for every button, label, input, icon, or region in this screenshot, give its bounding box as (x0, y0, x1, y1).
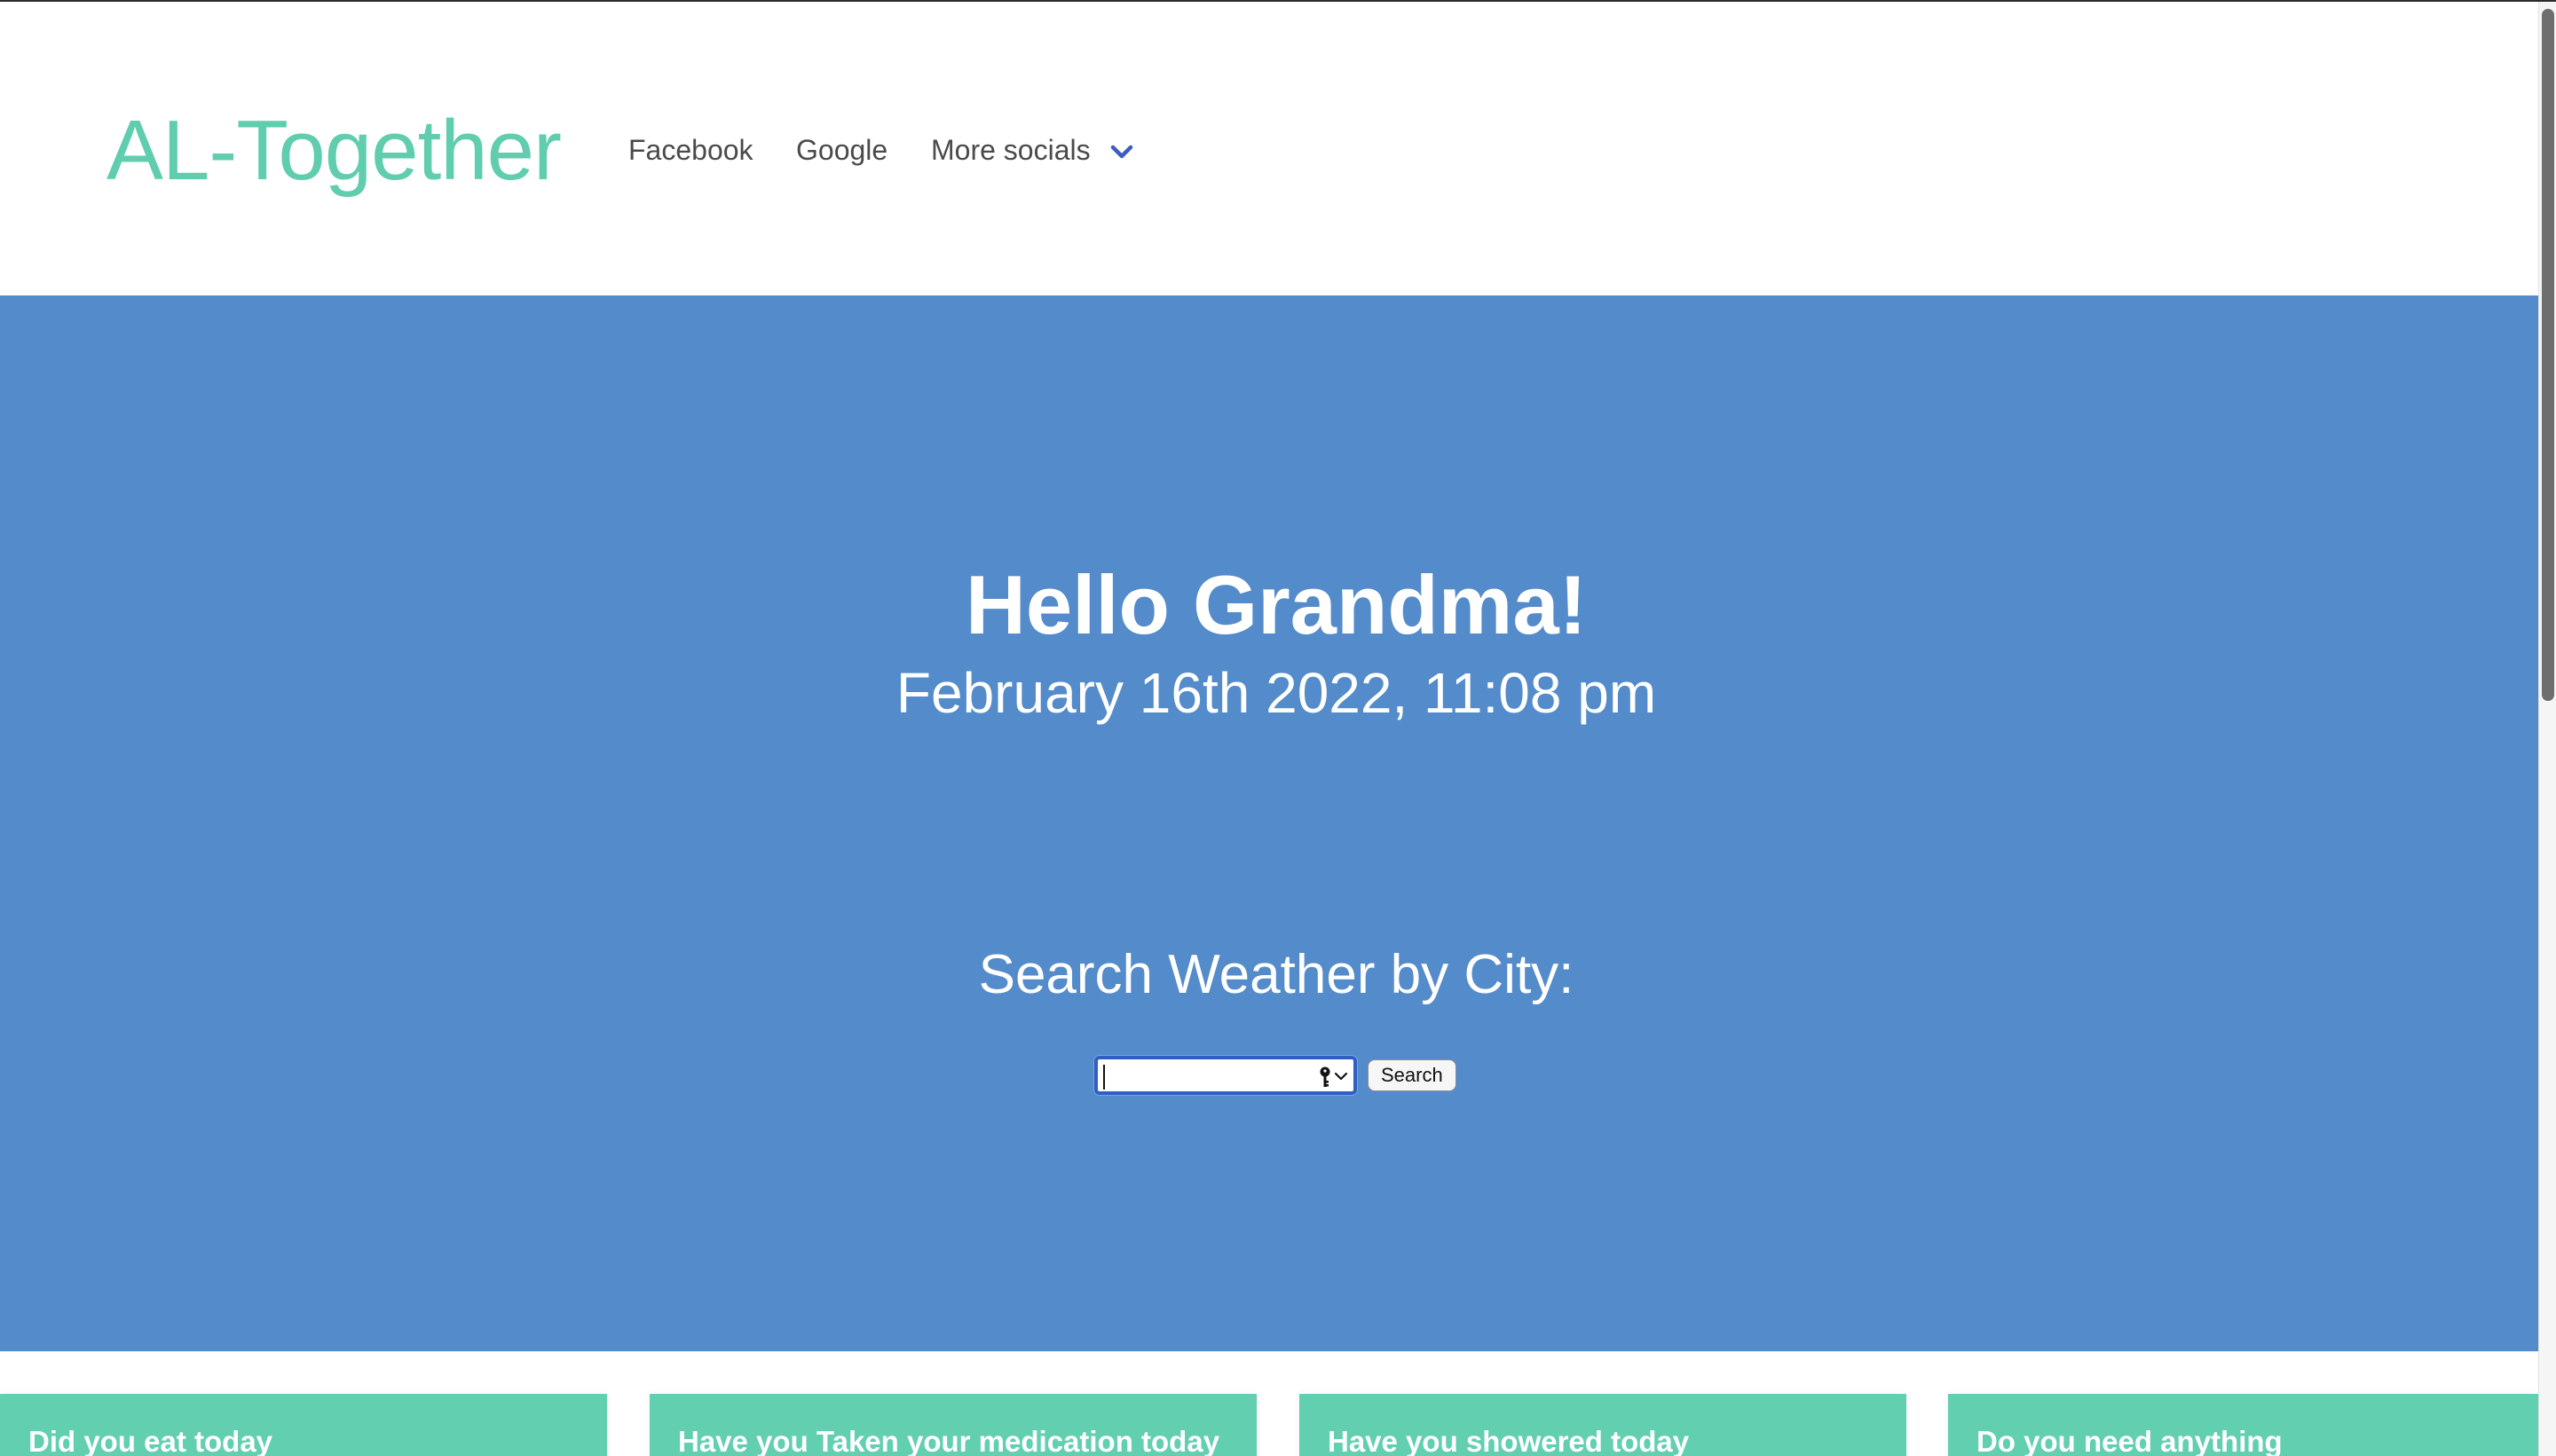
chevron-down-icon[interactable] (1109, 139, 1134, 164)
brand-logo[interactable]: AL-Together (106, 102, 562, 200)
weather-search-heading: Search Weather by City: (978, 944, 1574, 1005)
hero-section: Hello Grandma! February 16th 2022, 11:08… (0, 295, 2538, 1351)
weather-search-form: Search (1094, 1056, 1456, 1095)
checkin-cards: Did you eat today Have you Taken your me… (0, 1351, 2538, 1456)
card-showered[interactable]: Have you showered today (1299, 1394, 1906, 1456)
card-need-anything[interactable]: Do you need anything (1948, 1394, 2538, 1456)
dropdown-arrow-icon[interactable] (1334, 1069, 1348, 1083)
current-datetime: February 16th 2022, 11:08 pm (895, 661, 1657, 725)
page-scrollbar[interactable] (2538, 2, 2556, 1456)
key-icon[interactable] (1318, 1066, 1332, 1089)
city-search-input[interactable] (1094, 1056, 1357, 1095)
card-medication[interactable]: Have you Taken your medication today (650, 1394, 1257, 1456)
card-title: Have you Taken your medication today (678, 1425, 1220, 1456)
navbar: AL-Together Facebook Google More socials (0, 2, 2538, 295)
nav-link-facebook[interactable]: Facebook (628, 132, 753, 168)
card-title: Have you showered today (1328, 1425, 1690, 1456)
text-cursor (1103, 1065, 1105, 1090)
card-title: Do you need anything (1976, 1425, 2283, 1456)
card-title: Did you eat today (28, 1425, 273, 1456)
greeting-title: Hello Grandma! (966, 558, 1587, 651)
page: AL-Together Facebook Google More socials… (0, 0, 2556, 1456)
card-did-you-eat[interactable]: Did you eat today (0, 1394, 607, 1456)
search-button[interactable]: Search (1368, 1059, 1456, 1091)
nav-more-socials-label: More socials (931, 134, 1091, 166)
nav-more-socials-dropdown[interactable]: More socials (931, 132, 1091, 168)
scrollbar-thumb[interactable] (2542, 9, 2554, 701)
nav-link-google[interactable]: Google (796, 132, 888, 168)
